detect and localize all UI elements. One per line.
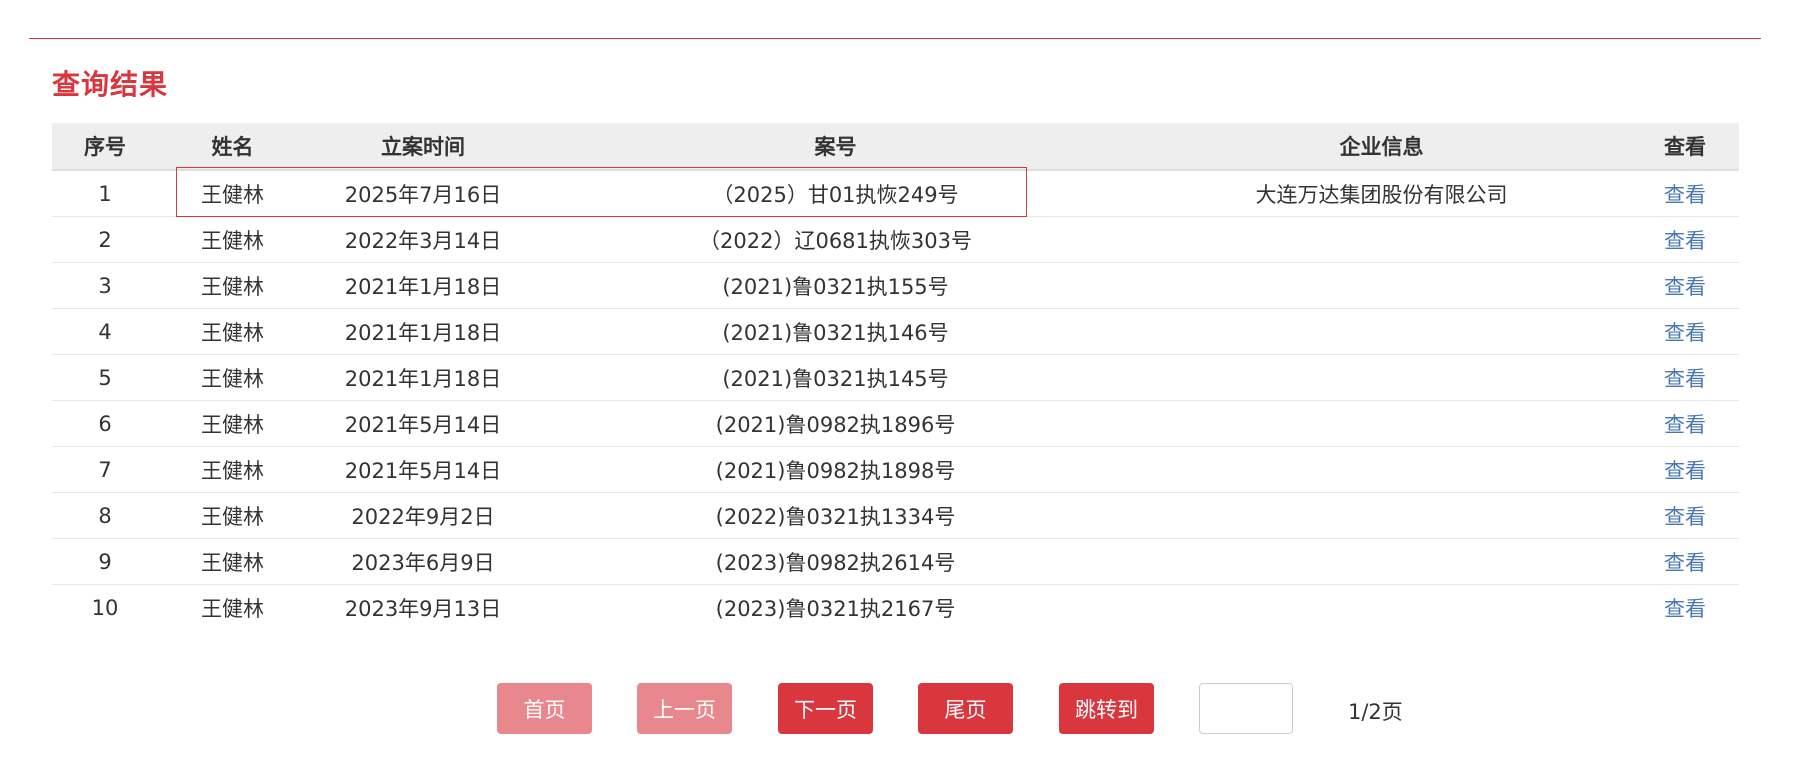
row-name: 王健林 xyxy=(158,354,307,401)
row-company xyxy=(1132,216,1631,263)
row-filing-date: 2023年6月9日 xyxy=(307,538,539,585)
row-company xyxy=(1132,308,1631,355)
row-company xyxy=(1132,354,1631,401)
table-row: 10 王健林 2023年9月13日 (2023)鲁0321执2167号 查看 xyxy=(52,585,1739,631)
row-no: 1 xyxy=(52,170,158,217)
table-row: 7 王健林 2021年5月14日 (2021)鲁0982执1898号 查看 xyxy=(52,446,1739,493)
view-link[interactable]: 查看 xyxy=(1664,413,1706,437)
row-name: 王健林 xyxy=(158,216,307,263)
table-row: 4 王健林 2021年1月18日 (2021)鲁0321执146号 查看 xyxy=(52,308,1739,355)
table-header-row: 序号 姓名 立案时间 案号 企业信息 查看 xyxy=(52,123,1739,171)
results-table: 序号 姓名 立案时间 案号 企业信息 查看 1 王健林 2025年7月16日 （202… xyxy=(52,123,1739,630)
table-row: 1 王健林 2025年7月16日 （2025）甘01执恢249号 大连万达集团股份有限公… xyxy=(52,170,1739,217)
row-company xyxy=(1132,492,1631,539)
row-filing-date: 2021年1月18日 xyxy=(307,354,539,401)
table-row: 8 王健林 2022年9月2日 (2022)鲁0321执1334号 查看 xyxy=(52,492,1739,539)
view-link[interactable]: 查看 xyxy=(1664,275,1706,299)
column-header-date: 立案时间 xyxy=(307,123,539,171)
row-name: 王健林 xyxy=(158,308,307,355)
column-header-company: 企业信息 xyxy=(1132,123,1631,171)
top-divider xyxy=(29,38,1761,39)
row-filing-date: 2021年5月14日 xyxy=(307,446,539,493)
row-filing-date: 2021年1月18日 xyxy=(307,308,539,355)
row-company xyxy=(1132,262,1631,309)
row-name: 王健林 xyxy=(158,446,307,493)
section-title: 查询结果 xyxy=(52,68,169,101)
row-name: 王健林 xyxy=(201,596,264,621)
row-no: 10 xyxy=(91,595,119,620)
row-name: 王健林 xyxy=(158,262,307,309)
row-case-no: (2023)鲁0982执2614号 xyxy=(539,538,1132,585)
view-link[interactable]: 查看 xyxy=(1664,321,1706,345)
column-header-name: 姓名 xyxy=(158,123,307,171)
row-no: 4 xyxy=(52,308,158,355)
view-link[interactable]: 查看 xyxy=(1664,229,1706,253)
row-name: 王健林 xyxy=(158,170,307,217)
view-link[interactable]: 查看 xyxy=(1664,367,1706,391)
row-case-no: (2021)鲁0982执1896号 xyxy=(539,400,1132,447)
row-company: 大连万达集团股份有限公司 xyxy=(1132,170,1631,217)
row-company xyxy=(1132,538,1631,585)
page-count: 1/2页 xyxy=(1348,700,1403,724)
table-row: 2 王健林 2022年3月14日 （2022）辽0681执恢303号 查看 xyxy=(52,216,1739,263)
row-view-cell: 查看 xyxy=(1631,585,1739,631)
row-name: 王健林 xyxy=(158,538,307,585)
row-filing-date: 2022年9月2日 xyxy=(307,492,539,539)
row-view-cell: 查看 xyxy=(1631,308,1739,355)
row-view-cell: 查看 xyxy=(1631,216,1739,263)
row-view-cell: 查看 xyxy=(1631,446,1739,493)
table-row: 3 王健林 2021年1月18日 (2021)鲁0321执155号 查看 xyxy=(52,262,1739,309)
view-link[interactable]: 查看 xyxy=(1664,597,1706,621)
row-no: 2 xyxy=(52,216,158,263)
row-case-no: (2021)鲁0321执145号 xyxy=(539,354,1132,401)
row-no: 5 xyxy=(52,354,158,401)
view-link[interactable]: 查看 xyxy=(1664,459,1706,483)
column-header-no: 序号 xyxy=(52,123,158,171)
column-header-view: 查看 xyxy=(1631,123,1739,171)
row-company xyxy=(1132,446,1631,493)
row-case-no: （2022）辽0681执恢303号 xyxy=(539,216,1132,263)
row-filing-date: 2021年1月18日 xyxy=(307,262,539,309)
row-view-cell: 查看 xyxy=(1631,400,1739,447)
row-no: 6 xyxy=(52,400,158,447)
row-filing-date: 2025年7月16日 xyxy=(307,170,539,217)
row-view-cell: 查看 xyxy=(1631,538,1739,585)
row-filing-date: 2022年3月14日 xyxy=(307,216,539,263)
prev-page-button[interactable]: 上一页 xyxy=(637,683,732,734)
page-number-input[interactable] xyxy=(1199,683,1293,734)
row-no: 9 xyxy=(52,538,158,585)
row-case-no: (2022)鲁0321执1334号 xyxy=(539,492,1132,539)
row-case-no: (2021)鲁0321执155号 xyxy=(539,262,1132,309)
row-filing-date: 2023年9月13日 xyxy=(344,596,502,621)
row-no: 3 xyxy=(52,262,158,309)
row-company xyxy=(1132,400,1631,447)
table-row: 6 王健林 2021年5月14日 (2021)鲁0982执1896号 查看 xyxy=(52,400,1739,447)
row-view-cell: 查看 xyxy=(1631,492,1739,539)
jump-to-page-button[interactable]: 跳转到 xyxy=(1059,683,1154,734)
row-company xyxy=(1132,585,1631,631)
table-row: 5 王健林 2021年1月18日 (2021)鲁0321执145号 查看 xyxy=(52,354,1739,401)
next-page-button[interactable]: 下一页 xyxy=(778,683,873,734)
view-link[interactable]: 查看 xyxy=(1664,505,1706,529)
row-view-cell: 查看 xyxy=(1631,354,1739,401)
column-header-case-no: 案号 xyxy=(539,123,1132,171)
row-filing-date: 2021年5月14日 xyxy=(307,400,539,447)
view-link[interactable]: 查看 xyxy=(1664,551,1706,575)
row-case-no: (2021)鲁0982执1898号 xyxy=(539,446,1132,493)
first-page-button[interactable]: 首页 xyxy=(497,683,592,734)
last-page-button[interactable]: 尾页 xyxy=(918,683,1013,734)
view-link[interactable]: 查看 xyxy=(1664,183,1706,207)
row-case-no: （2025）甘01执恢249号 xyxy=(539,170,1132,217)
row-view-cell: 查看 xyxy=(1631,262,1739,309)
table-row: 9 王健林 2023年6月9日 (2023)鲁0982执2614号 查看 xyxy=(52,538,1739,585)
row-no: 8 xyxy=(52,492,158,539)
row-case-no: (2023)鲁0321执2167号 xyxy=(715,596,956,621)
row-case-no: (2021)鲁0321执146号 xyxy=(539,308,1132,355)
row-view-cell: 查看 xyxy=(1631,170,1739,217)
row-no: 7 xyxy=(52,446,158,493)
row-name: 王健林 xyxy=(158,400,307,447)
row-name: 王健林 xyxy=(158,492,307,539)
